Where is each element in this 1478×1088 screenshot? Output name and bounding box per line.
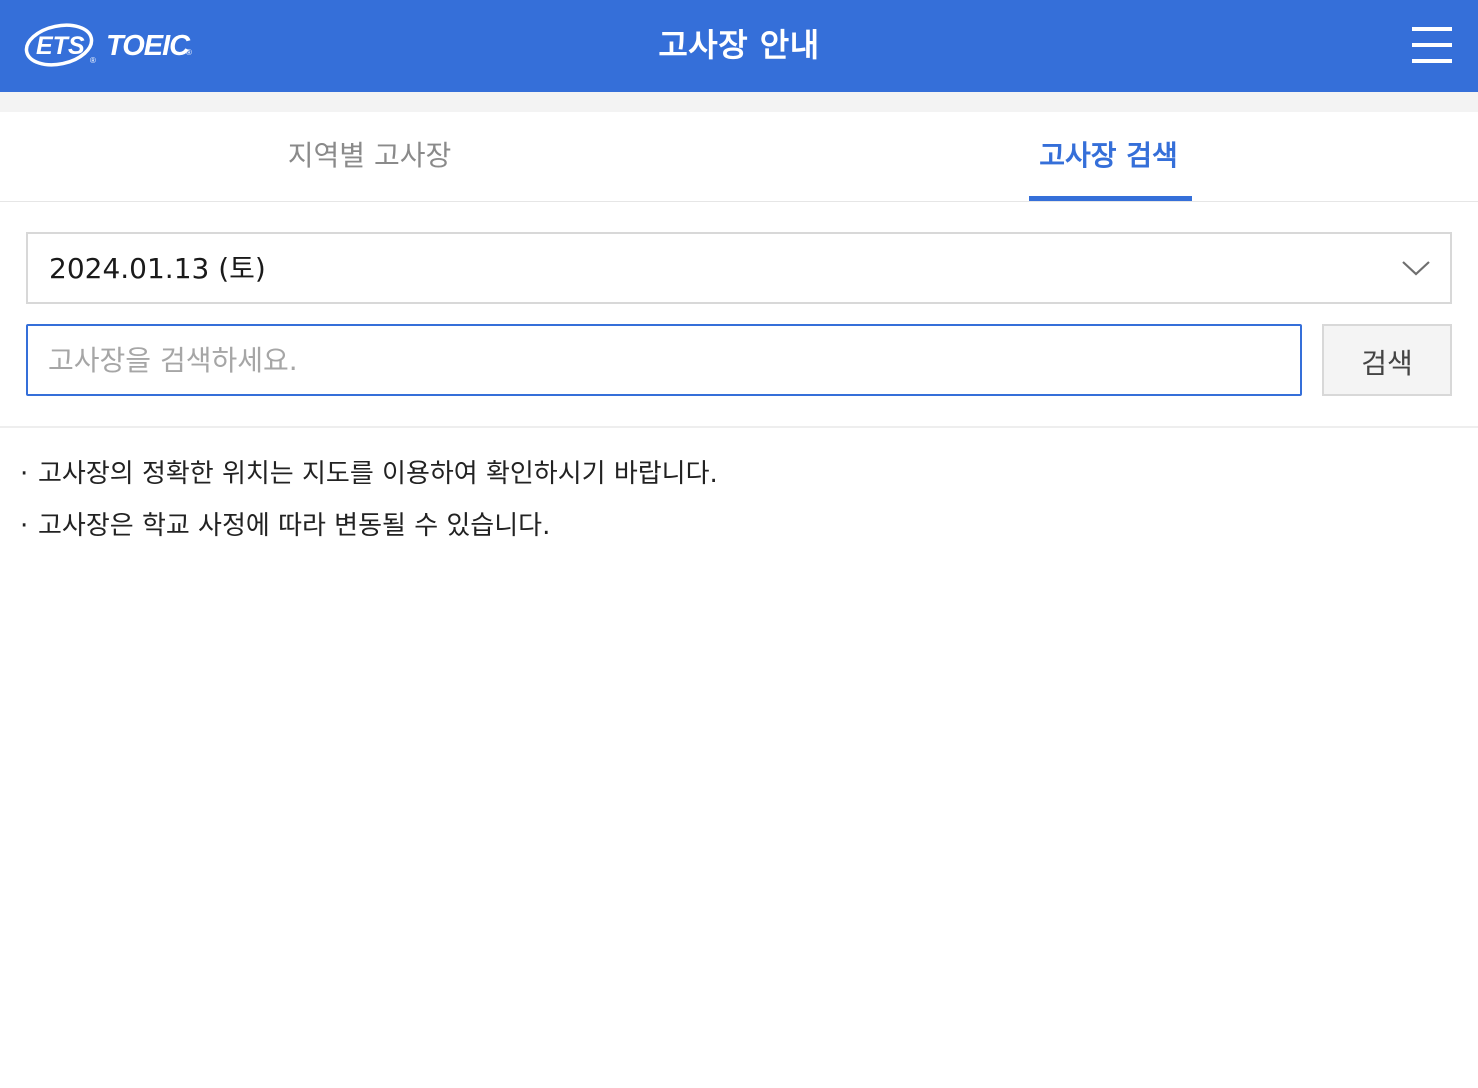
content-divider	[0, 426, 1478, 428]
app-header: ETS ® TOEIC ® 고사장 안내	[0, 0, 1478, 92]
notice-text: 고사장의 정확한 위치는 지도를 이용하여 확인하시기 바랍니다.	[38, 459, 718, 489]
tab-test-center-search[interactable]: 고사장 검색	[739, 112, 1478, 202]
tab-bar: 지역별 고사장 고사장 검색	[0, 112, 1478, 202]
section-separator	[0, 92, 1478, 112]
chevron-down-icon	[1402, 261, 1430, 276]
notice-item: · 고사장은 학교 사정에 따라 변동될 수 있습니다.	[20, 506, 550, 546]
active-tab-indicator	[1029, 196, 1192, 201]
notice-text: 고사장은 학교 사정에 따라 변동될 수 있습니다.	[38, 511, 551, 541]
tab-region-test-centers[interactable]: 지역별 고사장	[0, 112, 739, 202]
page-title: 고사장 안내	[658, 26, 820, 64]
hamburger-menu-icon[interactable]	[1406, 22, 1458, 68]
notice-item: · 고사장의 정확한 위치는 지도를 이용하여 확인하시기 바랍니다.	[20, 454, 718, 494]
search-button[interactable]: 검색	[1322, 324, 1452, 396]
test-center-search-input[interactable]	[26, 324, 1302, 396]
exam-date-select[interactable]: 2024.01.13 (토)	[26, 232, 1452, 304]
bullet: ·	[20, 511, 29, 541]
exam-date-value: 2024.01.13 (토)	[49, 252, 266, 285]
bullet: ·	[20, 459, 29, 489]
